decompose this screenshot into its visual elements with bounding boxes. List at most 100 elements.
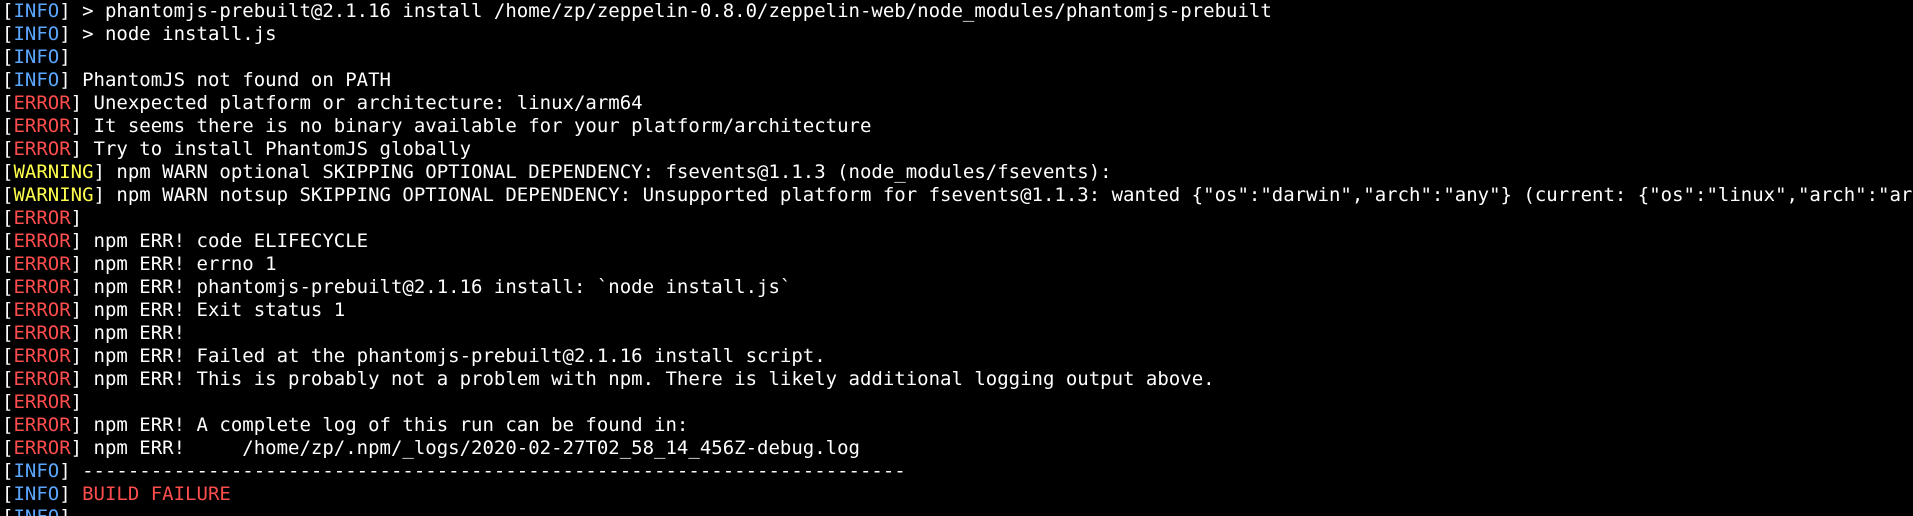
log-message: > phantomjs-prebuilt@2.1.16 install /hom… [70, 0, 1272, 22]
log-message: npm ERR! phantomjs-prebuilt@2.1.16 insta… [82, 276, 792, 298]
log-message: PhantomJS not found on PATH [70, 69, 391, 91]
log-level: INFO [13, 69, 60, 91]
log-message: npm ERR! [82, 322, 186, 344]
log-message: npm ERR! This is probably not a problem … [82, 368, 1215, 390]
log-bracket-close: ] [59, 0, 71, 22]
log-bracket-close: ] [93, 184, 105, 206]
log-line: [ERROR] npm ERR! errno 1 [2, 253, 1913, 276]
log-level: INFO [13, 23, 60, 45]
log-level: INFO [13, 483, 60, 505]
log-bracket-open: [ [2, 253, 14, 275]
log-level: ERROR [13, 207, 71, 229]
log-message: npm ERR! /home/zp/.npm/_logs/2020-02-27T… [82, 437, 860, 459]
log-message: npm WARN notsup SKIPPING OPTIONAL DEPEND… [104, 184, 1913, 206]
log-line: [WARNING] npm WARN notsup SKIPPING OPTIO… [2, 184, 1913, 207]
log-line: [INFO] > phantomjs-prebuilt@2.1.16 insta… [2, 0, 1913, 23]
log-bracket-close: ] [70, 368, 83, 390]
log-level: ERROR [13, 368, 71, 390]
log-bracket-close: ] [70, 276, 83, 298]
build-failure-message: BUILD FAILURE [70, 483, 231, 505]
log-line: [ERROR] npm ERR! Exit status 1 [2, 299, 1913, 322]
log-bracket-open: [ [2, 23, 14, 45]
log-level: ERROR [13, 391, 71, 413]
terminal-window[interactable]: [INFO] > phantomjs-prebuilt@2.1.16 insta… [0, 0, 1913, 516]
log-level: ERROR [13, 115, 71, 137]
log-level: INFO [13, 460, 60, 482]
log-bracket-open: [ [2, 506, 13, 516]
log-bracket-open: [ [2, 483, 14, 505]
log-message: It seems there is no binary available fo… [82, 115, 872, 137]
log-level: ERROR [13, 299, 71, 321]
log-bracket-open: [ [2, 437, 14, 459]
log-level: ERROR [13, 138, 71, 160]
log-bracket-close: ] [70, 253, 83, 275]
log-bracket-close: ] [70, 92, 83, 114]
log-bracket-open: [ [2, 161, 14, 183]
log-line: [INFO] > node install.js [2, 23, 1913, 46]
log-message: npm WARN optional SKIPPING OPTIONAL DEPE… [104, 161, 1112, 183]
log-bracket-close: ] [59, 69, 71, 91]
log-level: ERROR [13, 253, 71, 275]
log-line: [ERROR] npm ERR! phantomjs-prebuilt@2.1.… [2, 276, 1913, 299]
log-level: ERROR [13, 322, 71, 344]
log-bracket-close: ] [70, 299, 83, 321]
log-bracket-open: [ [2, 322, 14, 344]
log-bracket-close: ] [70, 230, 83, 252]
log-line: [ERROR] Unexpected platform or architect… [2, 92, 1913, 115]
log-bracket-close: ] [59, 460, 71, 482]
log-bracket-close: ] [59, 46, 71, 68]
log-level: ERROR [13, 276, 71, 298]
log-bracket-close: ] [70, 437, 83, 459]
log-bracket-open: [ [2, 368, 14, 390]
log-line: [INFO] PhantomJS not found on PATH [2, 69, 1913, 92]
log-line: [ERROR] [2, 207, 1913, 230]
log-level: ERROR [13, 230, 71, 252]
log-message: npm ERR! Failed at the phantomjs-prebuil… [82, 345, 826, 367]
log-level: INFO [13, 0, 60, 22]
log-bracket-open: [ [2, 345, 14, 367]
log-line: [ERROR] It seems there is no binary avai… [2, 115, 1913, 138]
log-message: npm ERR! errno 1 [82, 253, 277, 275]
log-bracket-close: ] [70, 322, 83, 344]
log-bracket-close: ] [70, 115, 83, 137]
log-bracket-close: ] [70, 138, 83, 160]
log-message: npm ERR! Exit status 1 [82, 299, 346, 321]
log-line: [ERROR] [2, 391, 1913, 414]
log-bracket-open: [ [2, 115, 14, 137]
log-line: [ERROR] npm ERR! Failed at the phantomjs… [2, 345, 1913, 368]
log-level: ERROR [13, 92, 71, 114]
log-message: ----------------------------------------… [70, 460, 906, 482]
log-bracket-open: [ [2, 184, 14, 206]
log-bracket-open: [ [2, 276, 14, 298]
log-line: [ERROR] npm ERR! code ELIFECYCLE [2, 230, 1913, 253]
log-bracket-open: [ [2, 69, 14, 91]
log-line: [INFO] ---------------------------------… [2, 506, 1913, 516]
log-bracket-close: ] [70, 345, 83, 367]
log-level: ERROR [13, 437, 71, 459]
log-bracket-open: [ [2, 391, 14, 413]
log-level: INFO [13, 46, 60, 68]
log-message: > node install.js [70, 23, 277, 45]
log-message: Try to install PhantomJS globally [82, 138, 472, 160]
log-line: [INFO] ---------------------------------… [2, 460, 1913, 483]
log-bracket-close: ] [59, 483, 71, 505]
log-bracket-open: [ [2, 207, 14, 229]
log-level: ERROR [13, 414, 71, 436]
log-bracket-open: [ [2, 46, 14, 68]
log-bracket-close: ] [59, 23, 71, 45]
log-line: [ERROR] Try to install PhantomJS globall… [2, 138, 1913, 161]
log-bracket-open: [ [2, 138, 14, 160]
log-line: [ERROR] npm ERR! /home/zp/.npm/_logs/202… [2, 437, 1913, 460]
log-level: WARNING [13, 161, 94, 183]
log-line: [ERROR] npm ERR! This is probably not a … [2, 368, 1913, 391]
log-bracket-open: [ [2, 0, 14, 22]
log-bracket-close: ] [70, 414, 83, 436]
log-bracket-close: ] [70, 207, 83, 229]
log-message: npm ERR! A complete log of this run can … [82, 414, 689, 436]
log-level: ERROR [13, 345, 71, 367]
log-bracket-open: [ [2, 414, 14, 436]
log-bracket-open: [ [2, 299, 14, 321]
log-message: npm ERR! code ELIFECYCLE [82, 230, 369, 252]
log-message: Unexpected platform or architecture: lin… [82, 92, 643, 114]
terminal-output: [INFO] > phantomjs-prebuilt@2.1.16 insta… [2, 0, 1913, 516]
